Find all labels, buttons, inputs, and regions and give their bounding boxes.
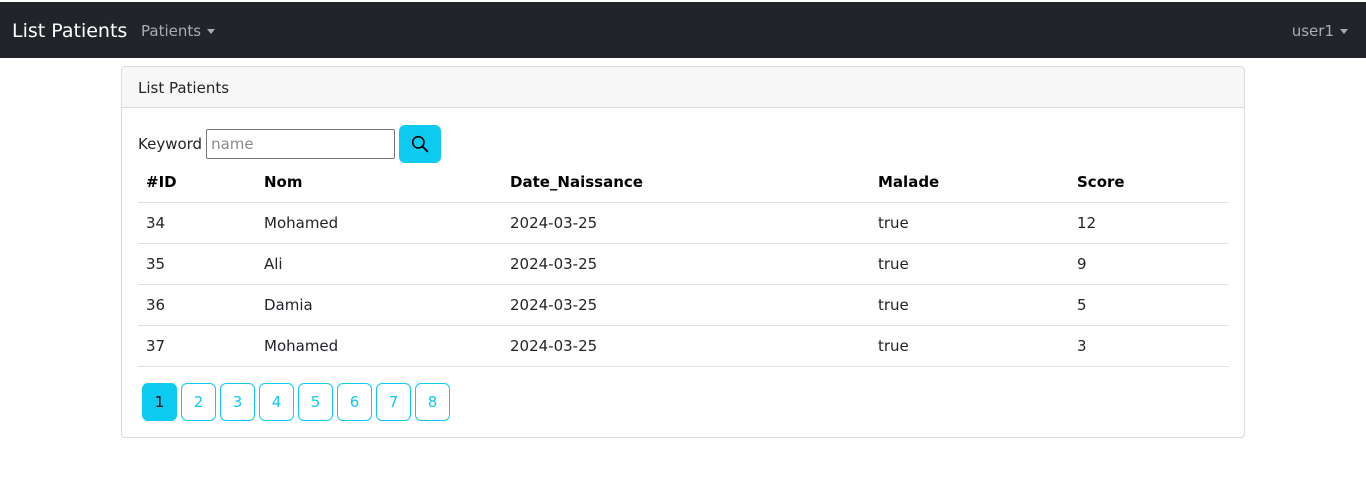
table-row: 34 Mohamed 2024-03-25 true 12: [138, 202, 1229, 244]
cell-date-naissance: 2024-03-25: [502, 284, 870, 326]
cell-date-naissance: 2024-03-25: [502, 325, 870, 367]
column-header-id: #ID: [138, 162, 256, 203]
cell-score: 5: [1069, 284, 1229, 326]
page-button-1[interactable]: 1: [142, 383, 177, 421]
patients-menu-label: Patients: [141, 22, 202, 40]
table-row: 37 Mohamed 2024-03-25 true 3: [138, 325, 1229, 367]
cell-date-naissance: 2024-03-25: [502, 202, 870, 244]
column-header-date-naissance: Date_Naissance: [502, 162, 870, 203]
patients-card: List Patients Keyword #ID Nom Date_Naiss…: [121, 66, 1245, 438]
pagination: 1 2 3 4 5 6 7 8: [142, 383, 454, 421]
navbar: List Patients Patients user1: [0, 2, 1366, 58]
navbar-brand[interactable]: List Patients: [12, 19, 127, 43]
search-form: Keyword: [138, 125, 442, 163]
user-menu-dropdown[interactable]: user1: [1292, 21, 1348, 41]
caret-down-icon: [207, 28, 216, 34]
page-button-6[interactable]: 6: [337, 383, 372, 421]
page-button-3[interactable]: 3: [220, 383, 255, 421]
table-header-row: #ID Nom Date_Naissance Malade Score: [138, 162, 1229, 203]
page-button-4[interactable]: 4: [259, 383, 294, 421]
page-button-2[interactable]: 2: [181, 383, 216, 421]
column-header-score: Score: [1069, 162, 1229, 203]
cell-malade: true: [870, 284, 1069, 326]
column-header-malade: Malade: [870, 162, 1069, 203]
page-button-5[interactable]: 5: [298, 383, 333, 421]
column-header-nom: Nom: [256, 162, 502, 203]
cell-malade: true: [870, 243, 1069, 285]
cell-id: 34: [138, 202, 256, 244]
cell-id: 36: [138, 284, 256, 326]
user-menu-label: user1: [1291, 22, 1334, 40]
cell-date-naissance: 2024-03-25: [502, 243, 870, 285]
cell-score: 9: [1069, 243, 1229, 285]
patients-table: #ID Nom Date_Naissance Malade Score 34 M…: [138, 162, 1229, 367]
card-header: List Patients: [122, 67, 1244, 108]
keyword-label: Keyword: [138, 135, 203, 153]
table-row: 36 Damia 2024-03-25 true 5: [138, 284, 1229, 326]
table-row: 35 Ali 2024-03-25 true 9: [138, 243, 1229, 285]
cell-nom: Mohamed: [256, 202, 502, 244]
caret-down-icon: [1340, 28, 1348, 34]
cell-id: 37: [138, 325, 256, 367]
cell-score: 3: [1069, 325, 1229, 367]
cell-nom: Damia: [256, 284, 502, 326]
page-button-7[interactable]: 7: [376, 383, 411, 421]
cell-nom: Mohamed: [256, 325, 502, 367]
cell-nom: Ali: [256, 243, 502, 285]
page-button-8[interactable]: 8: [415, 383, 450, 421]
cell-id: 35: [138, 243, 256, 285]
search-button[interactable]: [399, 125, 442, 163]
cell-score: 12: [1069, 202, 1229, 244]
search-icon: [411, 135, 429, 153]
keyword-input[interactable]: [206, 129, 396, 159]
patients-menu-dropdown[interactable]: Patients: [141, 21, 216, 41]
cell-malade: true: [870, 325, 1069, 367]
cell-malade: true: [870, 202, 1069, 244]
